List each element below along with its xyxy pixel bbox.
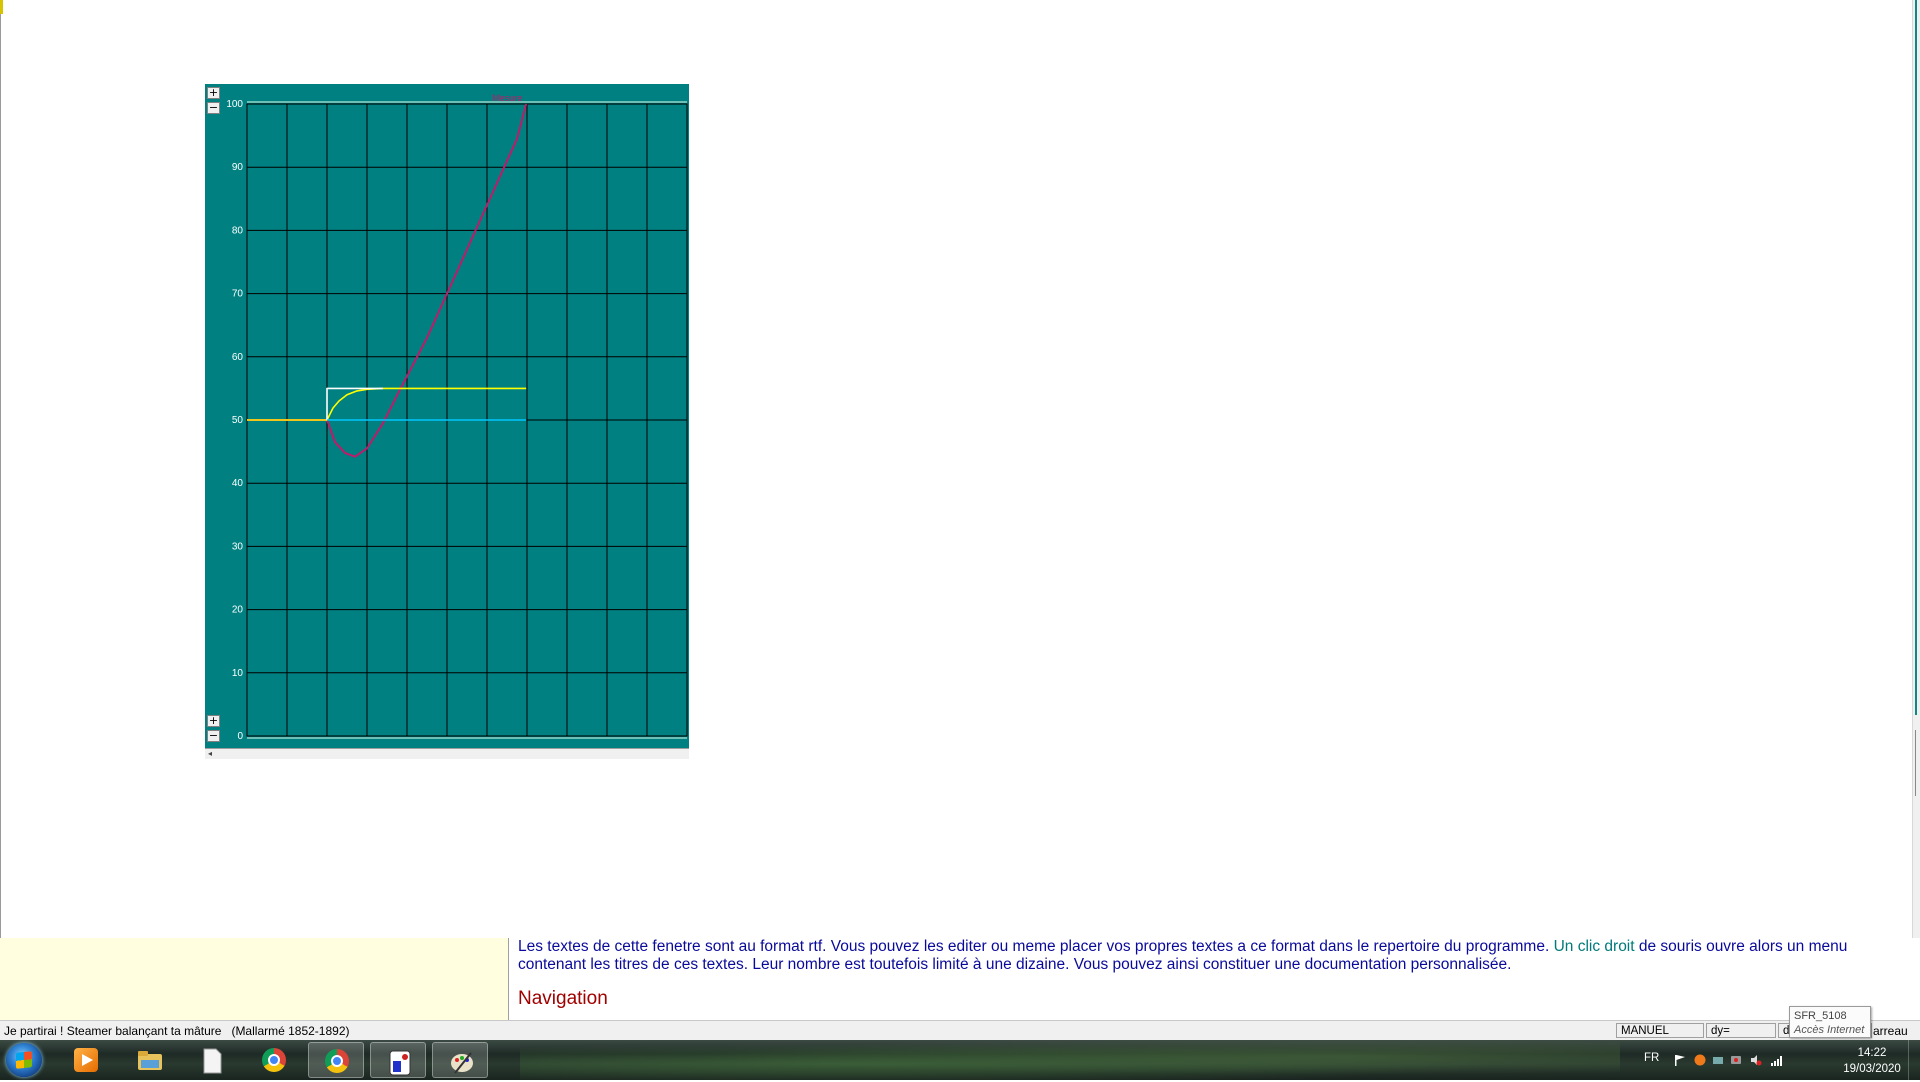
- hardware-icon[interactable]: [1730, 1054, 1742, 1066]
- y-tick-label: 90: [232, 162, 244, 173]
- folder-icon: [137, 1048, 162, 1072]
- y-tick-label: 100: [226, 99, 243, 110]
- status-quote: Je partirai ! Steamer balançant ta mâtur…: [4, 1024, 350, 1038]
- document-icon: [200, 1048, 224, 1074]
- paint-palette-icon: [449, 1049, 473, 1074]
- window-border: [0, 0, 1, 1040]
- chrome-icon: [325, 1049, 349, 1073]
- y-tick-label: 10: [232, 668, 244, 679]
- info-panel: Les textes de cette fenetre sont au form…: [0, 938, 1920, 1020]
- mode-indicator: MANUEL: [1616, 1023, 1704, 1038]
- y-tick-label: 50: [232, 415, 244, 426]
- tooltip-title: SFR_5108: [1794, 1010, 1847, 1022]
- info-text: Les textes de cette fenetre sont au form…: [518, 938, 1848, 974]
- status-tail-text: arreau: [1873, 1024, 1908, 1038]
- system-tray: FR 14:22 19/03/2020: [1630, 1040, 1920, 1080]
- splitter-bar[interactable]: [1915, 0, 1917, 715]
- scroll-left-icon[interactable]: ◂: [208, 749, 212, 758]
- y-tick-label: 80: [232, 225, 244, 236]
- info-text-part: Les textes de cette fenetre sont au form…: [518, 938, 1554, 955]
- start-button[interactable]: [6, 1043, 42, 1077]
- chart-panel: 100 90 80 70 60 50 40 30 20 10 0 Mesure + − + − ◂: [205, 84, 689, 759]
- splitter-bar-lower: [1915, 730, 1916, 796]
- info-left-pane: [0, 938, 509, 1020]
- network-tooltip: SFR_5108 Accès Internet: [1789, 1006, 1871, 1038]
- zoom-in-bottom-button[interactable]: +: [207, 715, 220, 727]
- y-tick-label: 20: [232, 605, 244, 616]
- show-desktop-button[interactable]: [1908, 1040, 1920, 1080]
- zoom-out-bottom-button[interactable]: −: [207, 730, 220, 742]
- status-bar: Je partirai ! Steamer balançant ta mâtur…: [0, 1020, 1920, 1041]
- taskbar-chrome-2[interactable]: [308, 1042, 364, 1078]
- series-line-mesure: [247, 103, 528, 458]
- taskbar-regulation-app[interactable]: [370, 1042, 426, 1078]
- network-share-icon[interactable]: [1712, 1054, 1724, 1066]
- info-text-part: de souris ouvre alors un menu: [1634, 938, 1848, 955]
- wifi-signal-icon[interactable]: [1770, 1054, 1782, 1066]
- media-player-icon: [74, 1048, 98, 1072]
- taskbar-explorer[interactable]: [121, 1042, 177, 1078]
- regulation-app-icon: [387, 1049, 411, 1076]
- chart-svg: 1009080706050403020100Mesure: [226, 93, 688, 742]
- application-window: 1009080706050403020100Mesure + − + − ◂ ▾…: [0, 0, 1920, 1041]
- navigation-heading: Navigation: [518, 988, 608, 1009]
- taskbar-paint[interactable]: [432, 1042, 488, 1078]
- chart-horizontal-scrollbar[interactable]: ◂: [205, 748, 689, 759]
- action-center-flag-icon[interactable]: [1674, 1054, 1686, 1066]
- chrome-icon: [262, 1048, 286, 1072]
- corner-marker: [0, 0, 3, 14]
- legend-label: Mesure: [492, 93, 522, 103]
- dy-readout: dy=: [1706, 1023, 1776, 1038]
- taskbar-document[interactable]: [184, 1042, 240, 1078]
- language-indicator[interactable]: FR: [1644, 1052, 1659, 1064]
- taskbar: FR 14:22 19/03/2020: [0, 1040, 1920, 1080]
- zoom-in-top-button[interactable]: +: [207, 87, 220, 99]
- info-text-line2: contenant les titres de ces textes. Leur…: [518, 956, 1512, 973]
- y-tick-label: 70: [232, 289, 244, 300]
- speaker-muted-icon[interactable]: [1750, 1054, 1762, 1066]
- clock-date[interactable]: 19/03/2020: [1834, 1063, 1910, 1075]
- clock-time[interactable]: 14:22: [1842, 1047, 1902, 1059]
- taskbar-media-player[interactable]: [58, 1042, 114, 1078]
- zoom-out-top-button[interactable]: −: [207, 102, 220, 114]
- taskbar-chrome-1[interactable]: [246, 1042, 302, 1078]
- tooltip-subtitle: Accès Internet: [1794, 1024, 1865, 1036]
- windows-logo-icon: [16, 1051, 32, 1069]
- y-tick-label: 60: [232, 352, 244, 363]
- right-click-link[interactable]: Un clic droit: [1554, 938, 1635, 955]
- y-tick-label: 0: [237, 731, 243, 742]
- y-tick-label: 40: [232, 478, 244, 489]
- y-tick-label: 30: [232, 541, 244, 552]
- avast-icon[interactable]: [1694, 1054, 1706, 1066]
